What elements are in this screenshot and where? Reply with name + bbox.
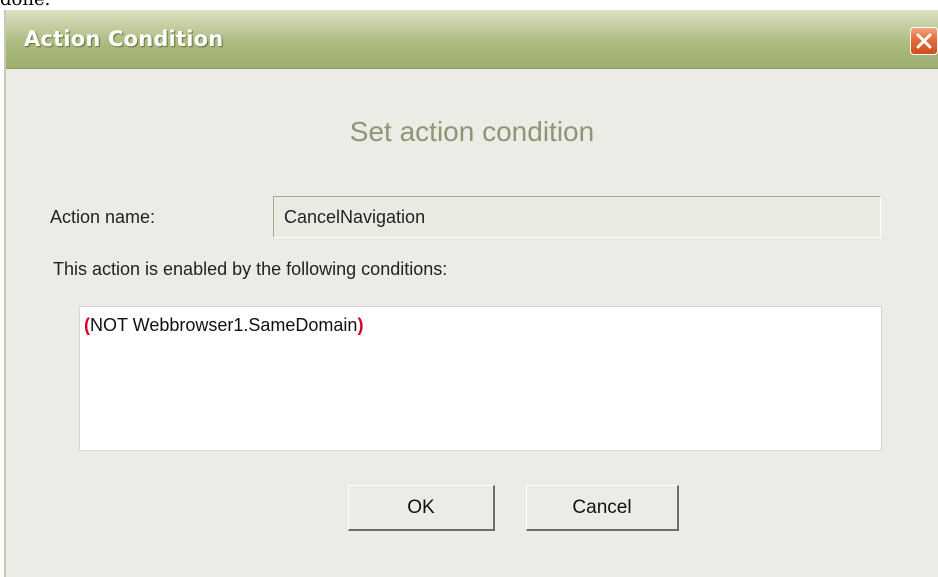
close-button[interactable] bbox=[910, 27, 938, 55]
condition-expression: NOT Webbrowser1.SameDomain bbox=[90, 315, 358, 335]
background-text: done. bbox=[0, 0, 50, 10]
cancel-button[interactable]: Cancel bbox=[526, 485, 679, 531]
dialog-heading: Set action condition bbox=[349, 116, 595, 147]
close-icon bbox=[916, 33, 932, 49]
ok-button[interactable]: OK bbox=[348, 485, 495, 531]
close-paren: ) bbox=[357, 315, 364, 335]
conditions-editor[interactable]: (NOT Webbrowser1.SameDomain) bbox=[79, 306, 882, 451]
action-name-label: Action name: bbox=[50, 207, 156, 227]
dialog-title: Action Condition bbox=[24, 27, 224, 51]
action-name-field[interactable]: CancelNavigation bbox=[273, 196, 881, 238]
action-condition-dialog: Action Condition Set action condition Ac… bbox=[4, 10, 938, 577]
title-bar[interactable]: Action Condition bbox=[6, 10, 938, 69]
conditions-label: This action is enabled by the following … bbox=[53, 259, 448, 279]
